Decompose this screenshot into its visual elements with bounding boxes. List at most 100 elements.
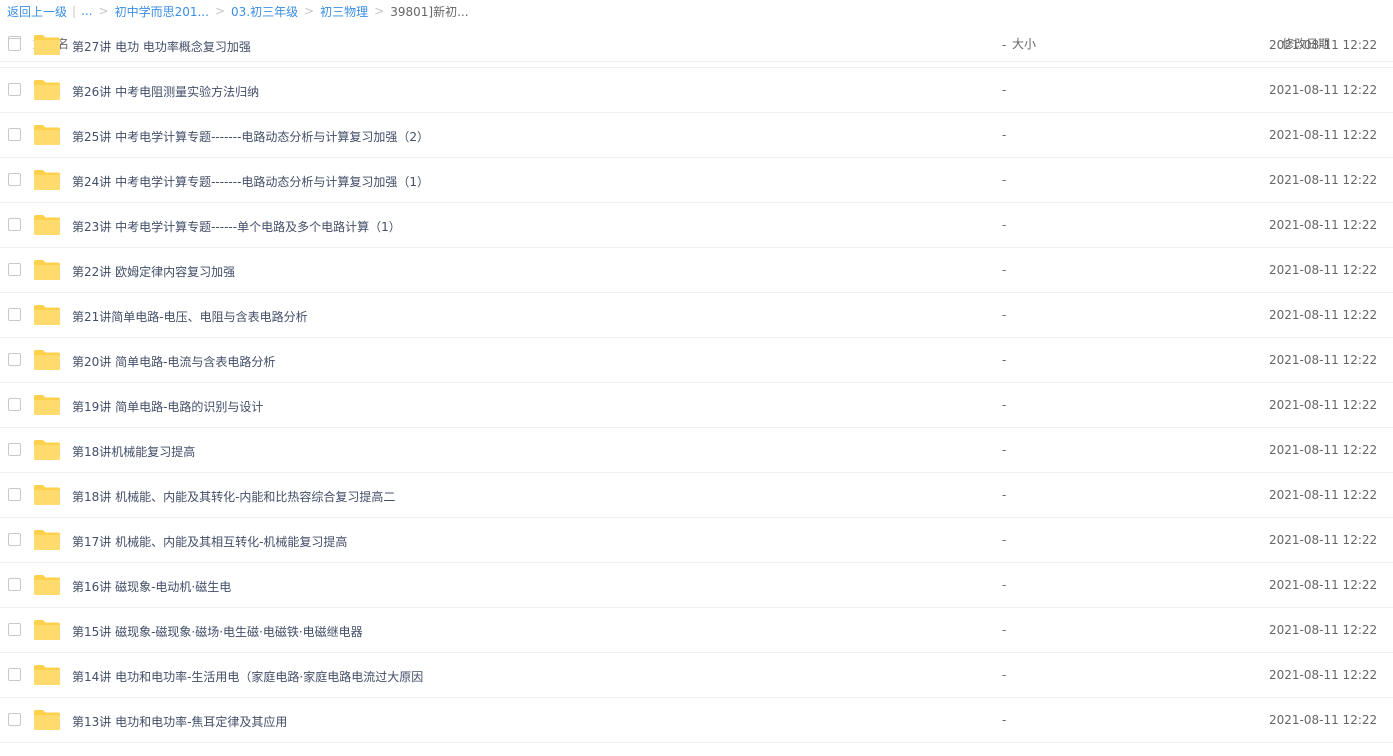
- file-modified-date: 2021-08-11 12:22: [1269, 713, 1378, 727]
- breadcrumb-item[interactable]: 初三物理: [320, 3, 368, 20]
- file-row[interactable]: 第23讲 中考电学计算专题------单个电路及多个电路计算（1） - 2021-0…: [0, 203, 1393, 248]
- file-row[interactable]: 第16讲 磁现象-电动机·磁生电 - 2021-08-11 12:22: [0, 563, 1393, 608]
- file-name-link[interactable]: 第27讲 电功 电功率概念复习加强: [72, 38, 251, 55]
- file-size: -: [1002, 533, 1007, 547]
- row-checkbox[interactable]: [8, 488, 21, 501]
- folder-icon: [34, 80, 60, 100]
- file-row[interactable]: 第13讲 电功和电功率-焦耳定律及其应用 - 2021-08-11 12:22: [0, 698, 1393, 743]
- file-name-link[interactable]: 第26讲 中考电阻测量实验方法归纳: [72, 83, 259, 100]
- chevron-right-icon: >: [214, 4, 225, 18]
- row-checkbox[interactable]: [8, 83, 21, 96]
- file-row[interactable]: 第18讲 机械能、内能及其转化-内能和比热容综合复习提高二 - 2021-08-11…: [0, 473, 1393, 518]
- file-name-link[interactable]: 第20讲 简单电路-电流与含表电路分析: [72, 353, 275, 370]
- chevron-right-icon: >: [374, 4, 385, 18]
- file-modified-date: 2021-08-11 12:22: [1269, 218, 1378, 232]
- file-modified-date: 2021-08-11 12:22: [1269, 353, 1378, 367]
- file-modified-date: 2021-08-11 12:22: [1269, 578, 1378, 592]
- file-size: -: [1002, 83, 1007, 97]
- file-row[interactable]: 第26讲 中考电阻测量实验方法归纳 - 2021-08-11 12:22: [0, 68, 1393, 113]
- file-size: -: [1002, 38, 1007, 52]
- folder-icon: [34, 530, 60, 550]
- file-size: -: [1002, 578, 1007, 592]
- file-size: -: [1002, 353, 1007, 367]
- breadcrumb-item[interactable]: 03.初三年级: [231, 3, 298, 20]
- row-checkbox[interactable]: [8, 173, 21, 186]
- file-size: -: [1002, 488, 1007, 502]
- row-checkbox[interactable]: [8, 128, 21, 141]
- file-name-link[interactable]: 第19讲 简单电路-电路的识别与设计: [72, 398, 263, 415]
- file-modified-date: 2021-08-11 12:22: [1269, 83, 1378, 97]
- folder-icon: [34, 35, 60, 55]
- file-modified-date: 2021-08-11 12:22: [1269, 623, 1378, 637]
- breadcrumb-ellipsis[interactable]: ...: [81, 4, 92, 18]
- row-checkbox[interactable]: [8, 398, 21, 411]
- file-row[interactable]: 第15讲 磁现象-磁现象·磁场·电生磁·电磁铁·电磁继电器 - 2021-08-11…: [0, 608, 1393, 653]
- chevron-right-icon: >: [98, 4, 109, 18]
- file-modified-date: 2021-08-11 12:22: [1269, 533, 1378, 547]
- file-row[interactable]: 第19讲 简单电路-电路的识别与设计 - 2021-08-11 12:22: [0, 383, 1393, 428]
- file-row[interactable]: 第22讲 欧姆定律内容复习加强 - 2021-08-11 12:22: [0, 248, 1393, 293]
- row-checkbox[interactable]: [8, 263, 21, 276]
- file-name-link[interactable]: 第24讲 中考电学计算专题-------电路动态分析与计算复习加强（1）: [72, 173, 429, 190]
- file-name-link[interactable]: 第25讲 中考电学计算专题-------电路动态分析与计算复习加强（2）: [72, 128, 429, 145]
- row-checkbox[interactable]: [8, 578, 21, 591]
- row-checkbox[interactable]: [8, 533, 21, 546]
- file-row[interactable]: 第25讲 中考电学计算专题-------电路动态分析与计算复习加强（2） - 202…: [0, 113, 1393, 158]
- file-name-link[interactable]: 第15讲 磁现象-磁现象·磁场·电生磁·电磁铁·电磁继电器: [72, 623, 363, 640]
- back-link[interactable]: 返回上一级: [7, 3, 67, 20]
- chevron-right-icon: >: [304, 4, 315, 18]
- file-size: -: [1002, 128, 1007, 142]
- file-row[interactable]: 第21讲简单电路-电压、电阻与含表电路分析 - 2021-08-11 12:22: [0, 293, 1393, 338]
- folder-icon: [34, 215, 60, 235]
- file-name-link[interactable]: 第23讲 中考电学计算专题------单个电路及多个电路计算（1）: [72, 218, 401, 235]
- row-checkbox[interactable]: [8, 713, 21, 726]
- breadcrumb: 返回上一级 | ... > 初中学而思201... > 03.初三年级 > 初三…: [0, 0, 1393, 22]
- file-name-link[interactable]: 第18讲 机械能、内能及其转化-内能和比热容综合复习提高二: [72, 488, 395, 505]
- file-size: -: [1002, 263, 1007, 277]
- file-name-link[interactable]: 第21讲简单电路-电压、电阻与含表电路分析: [72, 308, 308, 325]
- folder-icon: [34, 620, 60, 640]
- file-size: -: [1002, 173, 1007, 187]
- folder-icon: [34, 170, 60, 190]
- file-name-link[interactable]: 第22讲 欧姆定律内容复习加强: [72, 263, 235, 280]
- folder-icon: [34, 485, 60, 505]
- folder-icon: [34, 350, 60, 370]
- file-row[interactable]: 第18讲机械能复习提高 - 2021-08-11 12:22: [0, 428, 1393, 473]
- file-modified-date: 2021-08-11 12:22: [1269, 128, 1378, 142]
- file-row[interactable]: 第14讲 电功和电功率-生活用电（家庭电路·家庭电路电流过大原因 - 2021-08…: [0, 653, 1393, 698]
- row-checkbox[interactable]: [8, 218, 21, 231]
- file-modified-date: 2021-08-11 12:22: [1269, 38, 1378, 52]
- row-checkbox[interactable]: [8, 353, 21, 366]
- breadcrumb-item[interactable]: 初中学而思201...: [115, 3, 209, 20]
- file-modified-date: 2021-08-11 12:22: [1269, 263, 1378, 277]
- row-checkbox[interactable]: [8, 38, 21, 51]
- file-name-link[interactable]: 第13讲 电功和电功率-焦耳定律及其应用: [72, 713, 287, 730]
- file-size: -: [1002, 218, 1007, 232]
- row-checkbox[interactable]: [8, 668, 21, 681]
- file-name-link[interactable]: 第18讲机械能复习提高: [72, 443, 195, 460]
- breadcrumb-current: 39801]新初...: [390, 4, 469, 19]
- file-row[interactable]: 第17讲 机械能、内能及其相互转化-机械能复习提高 - 2021-08-11 12:…: [0, 518, 1393, 563]
- row-checkbox[interactable]: [8, 308, 21, 321]
- folder-icon: [34, 710, 60, 730]
- folder-icon: [34, 125, 60, 145]
- file-row[interactable]: 第24讲 中考电学计算专题-------电路动态分析与计算复习加强（1） - 202…: [0, 158, 1393, 203]
- folder-icon: [34, 395, 60, 415]
- file-name-link[interactable]: 第17讲 机械能、内能及其相互转化-机械能复习提高: [72, 533, 347, 550]
- file-row[interactable]: 第27讲 电功 电功率概念复习加强 - 2021-08-11 12:22: [0, 23, 1393, 68]
- file-size: -: [1002, 398, 1007, 412]
- file-modified-date: 2021-08-11 12:22: [1269, 398, 1378, 412]
- row-checkbox[interactable]: [8, 443, 21, 456]
- row-checkbox[interactable]: [8, 623, 21, 636]
- file-name-link[interactable]: 第14讲 电功和电功率-生活用电（家庭电路·家庭电路电流过大原因: [72, 668, 423, 685]
- breadcrumb-divider: |: [72, 4, 77, 18]
- file-size: -: [1002, 443, 1007, 457]
- file-row[interactable]: 第20讲 简单电路-电流与含表电路分析 - 2021-08-11 12:22: [0, 338, 1393, 383]
- folder-icon: [34, 260, 60, 280]
- file-modified-date: 2021-08-11 12:22: [1269, 308, 1378, 322]
- folder-icon: [34, 305, 60, 325]
- folder-icon: [34, 665, 60, 685]
- folder-icon: [34, 440, 60, 460]
- file-name-link[interactable]: 第16讲 磁现象-电动机·磁生电: [72, 578, 231, 595]
- file-size: -: [1002, 668, 1007, 682]
